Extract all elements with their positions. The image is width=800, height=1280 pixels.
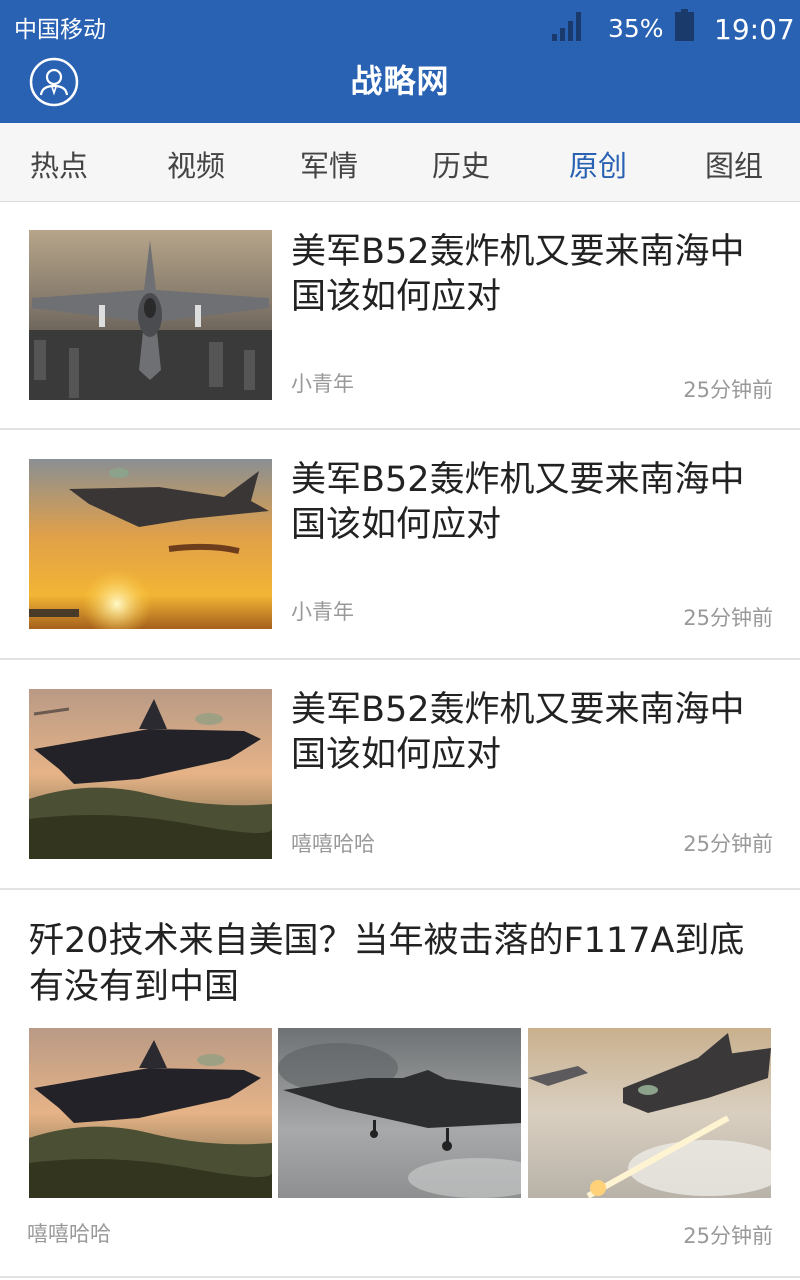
battery-icon bbox=[675, 9, 694, 41]
signal-icon bbox=[552, 12, 581, 41]
gallery-article-item[interactable]: 歼20技术来自美国？当年被击落的F117A到底有没有到中国 嘻嘻哈哈 25分钟前 bbox=[0, 890, 800, 1278]
article-thumbnail bbox=[29, 459, 272, 629]
gallery-article-time: 25分钟前 bbox=[683, 1224, 773, 1248]
carrier-name: 中国移动 bbox=[14, 17, 106, 43]
tab-video[interactable]: 视频 bbox=[167, 143, 225, 185]
article-author: 小青年 bbox=[291, 372, 354, 396]
gallery-thumbnail[interactable] bbox=[528, 1028, 771, 1198]
tab-military[interactable]: 军情 bbox=[300, 143, 358, 185]
article-author: 小青年 bbox=[291, 600, 354, 624]
gallery-article-author: 嘻嘻哈哈 bbox=[27, 1222, 111, 1246]
top-bar: 中国移动 35% 19:07 战略网 bbox=[0, 0, 800, 123]
status-bar: 中国移动 35% 19:07 bbox=[0, 0, 800, 52]
article-item[interactable]: 美军B52轰炸机又要来南海中国该如何应对 小青年 25分钟前 bbox=[0, 430, 800, 660]
article-item[interactable]: 美军B52轰炸机又要来南海中国该如何应对 嘻嘻哈哈 25分钟前 bbox=[0, 660, 800, 890]
app-logo: 战略网 bbox=[350, 62, 450, 100]
article-time: 25分钟前 bbox=[683, 378, 773, 402]
article-time: 25分钟前 bbox=[683, 832, 773, 856]
category-tabs: 热点 视频 军情 历史 原创 图组 bbox=[0, 123, 800, 202]
article-time: 25分钟前 bbox=[683, 606, 773, 630]
article-title[interactable]: 美军B52轰炸机又要来南海中国该如何应对 bbox=[291, 458, 771, 548]
article-author: 嘻嘻哈哈 bbox=[291, 832, 375, 856]
article-thumbnail bbox=[29, 230, 272, 400]
tab-hot[interactable]: 热点 bbox=[30, 143, 88, 185]
battery-percent: 35% bbox=[608, 14, 664, 43]
article-title[interactable]: 美军B52轰炸机又要来南海中国该如何应对 bbox=[291, 688, 771, 778]
status-time: 19:07 bbox=[714, 13, 795, 46]
gallery-thumbnail[interactable] bbox=[278, 1028, 521, 1198]
tab-history[interactable]: 历史 bbox=[432, 143, 490, 185]
tab-original[interactable]: 原创 bbox=[569, 143, 627, 185]
article-item[interactable]: 美军B52轰炸机又要来南海中国该如何应对 小青年 25分钟前 bbox=[0, 202, 800, 430]
gallery-article-title[interactable]: 歼20技术来自美国？当年被击落的F117A到底有没有到中国 bbox=[29, 918, 769, 1010]
gallery-thumbnail[interactable] bbox=[29, 1028, 272, 1198]
article-title[interactable]: 美军B52轰炸机又要来南海中国该如何应对 bbox=[291, 230, 771, 320]
article-thumbnail bbox=[29, 689, 272, 859]
tab-gallery[interactable]: 图组 bbox=[705, 143, 763, 185]
